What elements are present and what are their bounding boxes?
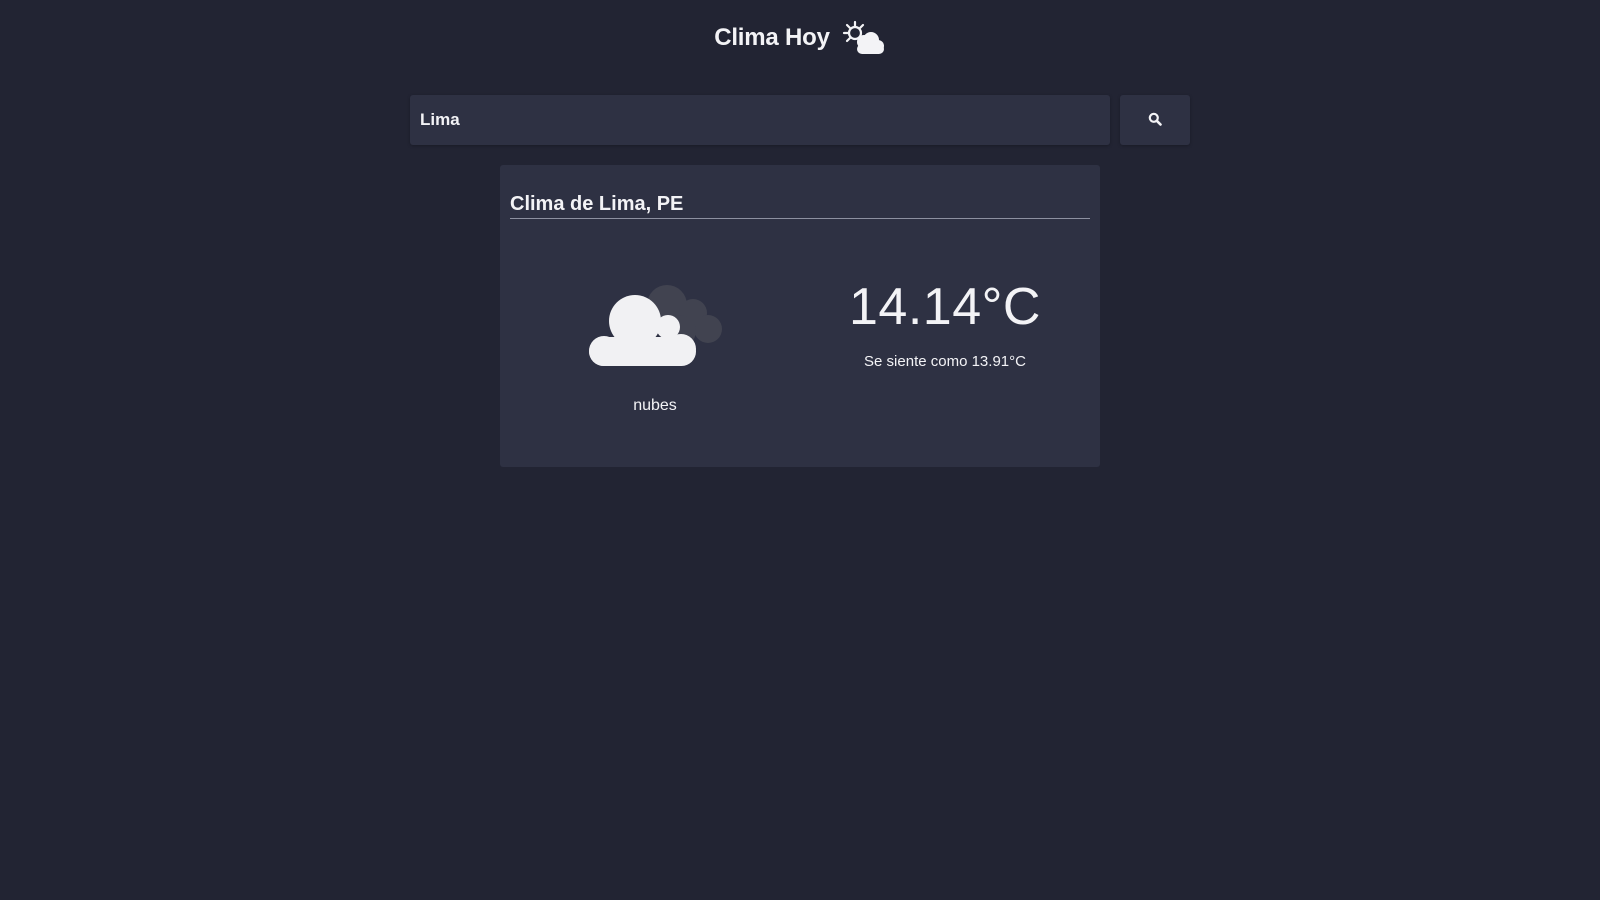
weather-location-title: Clima de Lima, PE (510, 193, 1090, 219)
weather-app: Clima Hoy Lima Clima de Lima, PE nubes 1… (0, 0, 1600, 900)
search-bar (410, 95, 1190, 145)
feels-like-text: Se siente como 13.91°C (840, 353, 1050, 370)
feels-like-label: Se siente como (864, 353, 968, 370)
weather-condition: nubes (570, 275, 740, 415)
app-title: Clima Hoy (714, 24, 830, 51)
weather-card: Clima de Lima, PE nubes 14.14°C Se sient… (500, 165, 1100, 467)
current-temperature: 14.14°C (849, 278, 1041, 336)
weather-card-body: nubes 14.14°C Se siente como 13.91°C (510, 219, 1090, 459)
weather-condition-label: nubes (633, 397, 677, 414)
temperature-panel: 14.14°C Se siente como 13.91°C (840, 281, 1050, 370)
feels-like-value: 13.91°C (971, 353, 1026, 370)
sun-behind-cloud-icon (840, 18, 886, 58)
cloud-icon (580, 275, 730, 375)
search-icon (1148, 112, 1162, 129)
app-header: Clima Hoy (0, 18, 1600, 58)
city-search-input[interactable] (410, 95, 1110, 145)
search-button[interactable] (1120, 95, 1190, 145)
